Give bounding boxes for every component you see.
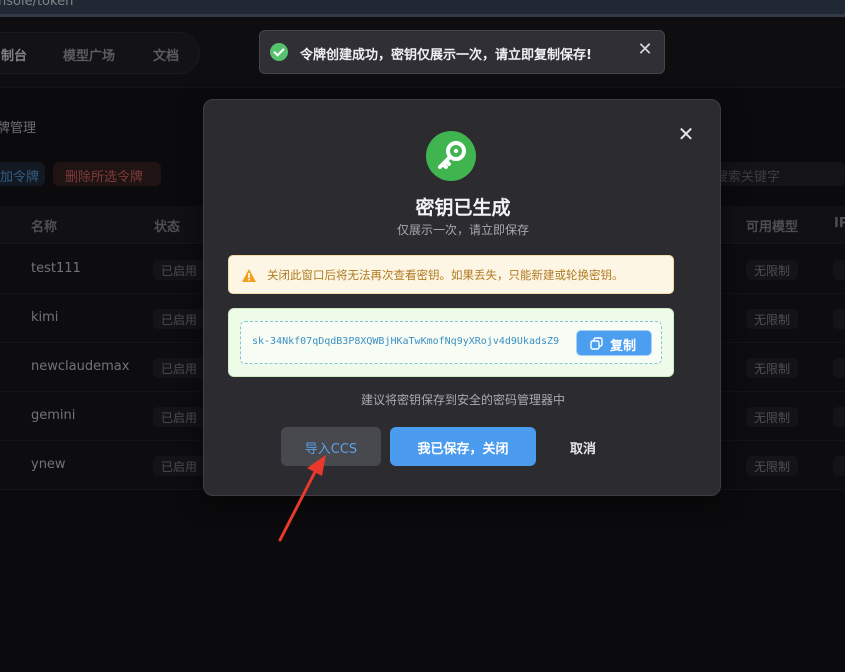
toast-message: 令牌创建成功，密钥仅展示一次，请立即复制保存!: [300, 48, 592, 63]
saved-close-button[interactable]: 我已保存，关闭: [390, 427, 536, 466]
dialog-subtitle: 仅展示一次，请立即保存: [396, 223, 529, 237]
check-circle-icon: [270, 43, 288, 61]
storage-hint: 建议将密钥保存到安全的密码管理器中: [360, 393, 565, 407]
key-panel: sk-34Nkf07qDqdB3P8XQWBjHKaTwKmofNq9yXRoj…: [228, 308, 674, 377]
cancel-button[interactable]: 取消: [554, 427, 612, 466]
copy-icon: [590, 337, 603, 350]
import-ccs-button[interactable]: 导入CCS: [281, 427, 381, 466]
close-icon[interactable]: ✕: [634, 39, 656, 65]
success-toast: 令牌创建成功，密钥仅展示一次，请立即复制保存! ✕: [259, 30, 665, 74]
warning-banner: 关闭此窗口后将无法再次查看密钥。如果丢失，只能新建或轮换密钥。: [228, 255, 674, 294]
dialog-title: 密钥已生成: [415, 197, 511, 219]
copy-button[interactable]: 复制: [576, 330, 652, 356]
close-icon[interactable]: ✕: [674, 122, 698, 148]
key-generated-dialog: ✕ 密钥已生成 仅展示一次，请立即保存 关闭此窗口后将无法再次查看密钥。如果丢失…: [203, 99, 721, 496]
key-icon: [426, 131, 476, 181]
api-key-value[interactable]: sk-34Nkf07qDqdB3P8XQWBjHKaTwKmofNq9yXRoj…: [252, 336, 559, 347]
warning-text: 关闭此窗口后将无法再次查看密钥。如果丢失，只能新建或轮换密钥。: [267, 268, 624, 282]
copy-label: 复制: [610, 339, 637, 354]
warning-icon: [241, 268, 257, 287]
key-field[interactable]: sk-34Nkf07qDqdB3P8XQWBjHKaTwKmofNq9yXRoj…: [240, 321, 662, 364]
